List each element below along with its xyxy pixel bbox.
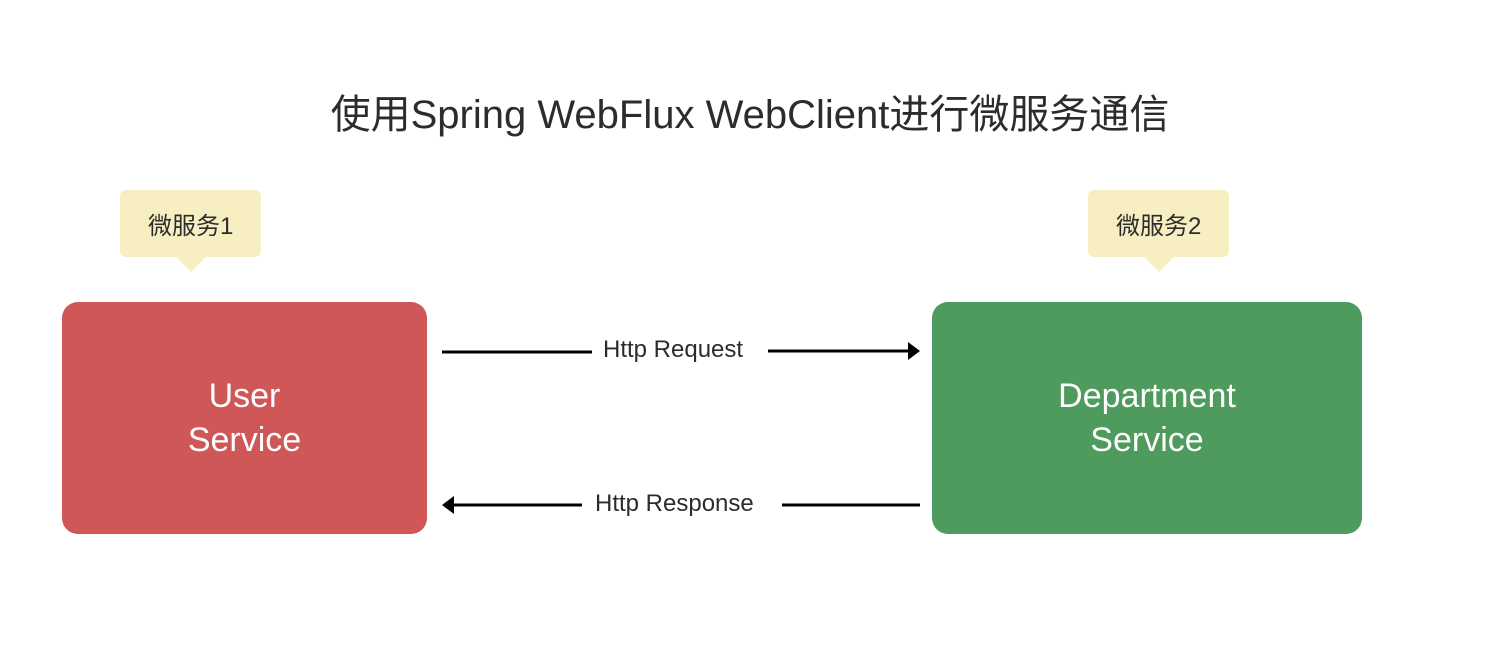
diagram-title: 使用Spring WebFlux WebClient进行微服务通信 [0,82,1500,140]
service-name-line1: User [188,374,301,418]
response-arrow-right-segment [782,502,920,508]
response-arrow-label: Http Response [595,490,754,518]
callout-label: 微服务2 [1116,213,1201,240]
response-arrow-left-segment [442,493,582,517]
callout-label: 微服务1 [148,213,233,240]
service-name-line2: Service [188,418,301,462]
request-arrow-left-segment [442,349,592,355]
service-name-line2: Service [1058,418,1236,462]
service-name-line1: Department [1058,374,1236,418]
department-service-box: Department Service [932,302,1362,534]
callout-microservice-1: 微服务1 [120,190,261,257]
user-service-box: User Service [62,302,427,534]
request-arrow-label: Http Request [603,336,743,364]
request-arrow-right-segment [768,339,920,363]
callout-microservice-2: 微服务2 [1088,190,1229,257]
